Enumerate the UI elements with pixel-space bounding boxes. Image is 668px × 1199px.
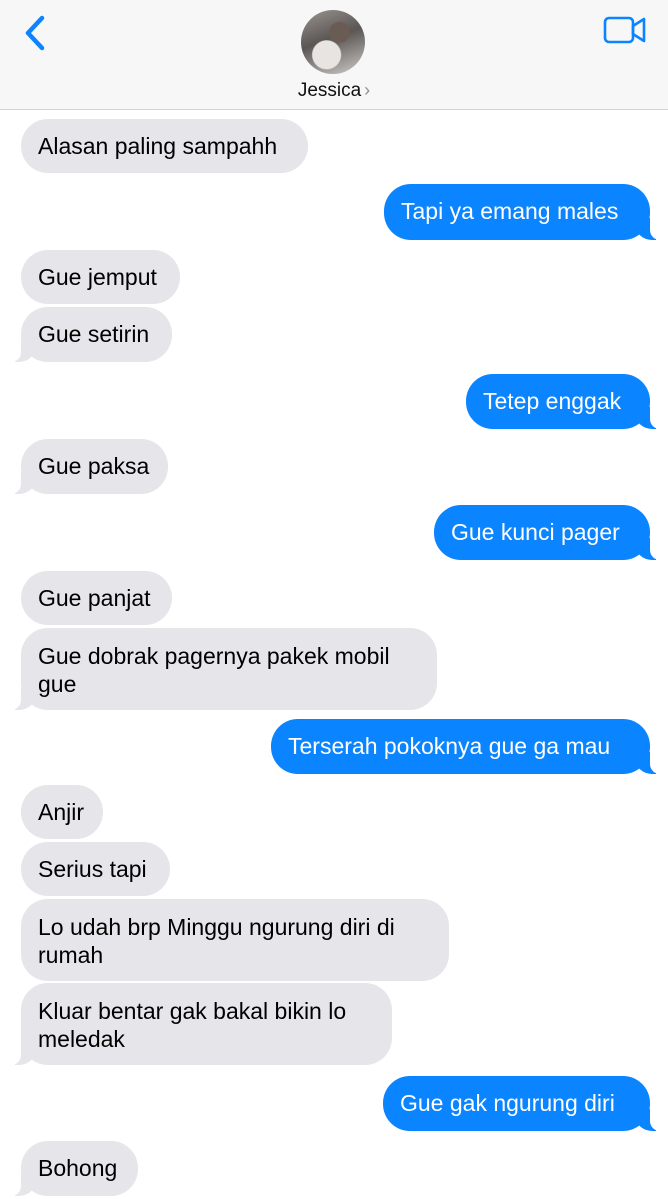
message-received: Gue paksa <box>11 439 168 494</box>
contact-name: Jessica <box>297 80 362 101</box>
message-received: Alasan paling sampahh <box>21 119 308 173</box>
message-received: Anjir <box>21 785 103 839</box>
message-received: Serius tapi <box>21 842 170 896</box>
chevron-right-icon: › <box>364 80 371 100</box>
message-received: Gue jemput <box>21 250 180 304</box>
message-sent: Gue gak ngurung diri <box>383 1076 660 1131</box>
contact-avatar[interactable] <box>301 10 365 74</box>
message-sent: Tetep enggak <box>466 374 660 429</box>
video-camera-icon <box>603 16 646 44</box>
message-received: Kluar bentar gak bakal bikin lo meledak <box>11 983 392 1065</box>
video-call-button[interactable] <box>602 14 648 46</box>
back-button[interactable] <box>18 14 58 54</box>
message-received: Gue panjat <box>21 571 172 625</box>
message-sent: Terserah pokoknya gue ga mau <box>271 719 660 774</box>
message-sent: Gue kunci pager <box>434 505 660 560</box>
conversation-header: Jessica › <box>0 0 668 110</box>
message-received: Lo udah brp Minggu ngurung diri di rumah <box>21 899 449 981</box>
message-received: Bohong <box>11 1141 138 1196</box>
message-received: Gue dobrak pagernya pakek mobil gue <box>11 628 437 710</box>
message-sent: Tapi ya emang males <box>384 184 660 240</box>
message-received: Gue setirin <box>11 307 172 362</box>
chevron-left-icon <box>25 15 45 51</box>
contact-name-button[interactable]: Jessica › <box>0 80 668 102</box>
